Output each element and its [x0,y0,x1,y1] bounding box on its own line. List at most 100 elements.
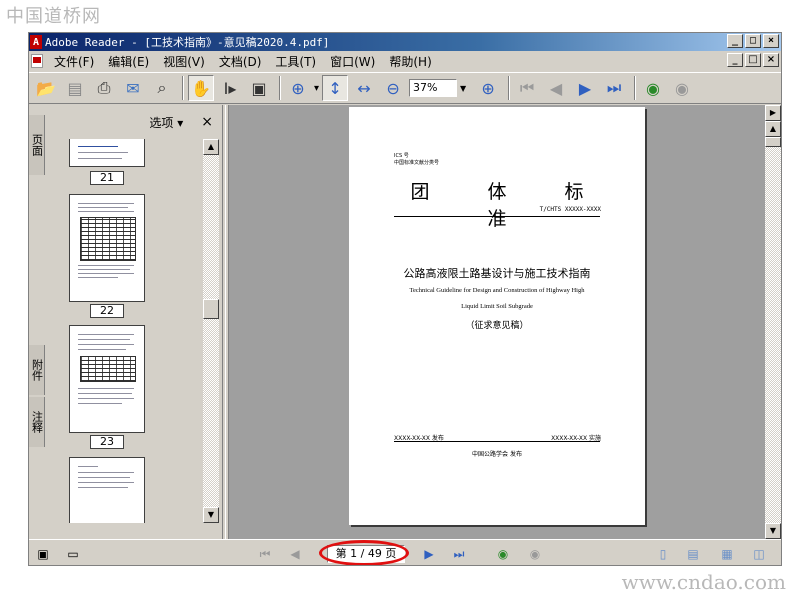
next-page-icon[interactable]: ▶ [572,75,598,101]
menu-window[interactable]: 窗口(W) [323,53,382,70]
save-icon[interactable]: ▤ [62,75,88,101]
menu-file[interactable]: 文件(F) [47,53,101,70]
standard-type-title: 团 体 标 准 [410,181,610,230]
toolbar: 📂 ▤ ⎙ ✉ ⌕ ✋ I▸ ▣ ⊕ ▾ ↕ ↔ ⊖ 37% ▼ ⊕ ⏮ ◀ ▶… [29,72,781,104]
doc-close-button[interactable]: × [763,53,779,67]
thumbnail-label: 21 [90,171,124,185]
fullscreen-icon[interactable]: ▣ [35,546,51,562]
scroll-down-icon[interactable]: ▼ [765,523,781,539]
last-page-icon[interactable]: ⏭ [601,75,627,101]
prev-page-icon[interactable]: ◀ [543,75,569,101]
page-thumbnail[interactable] [69,194,145,302]
options-menu[interactable]: 选项 ▾ [149,114,183,131]
fit-width-icon[interactable]: ↔ [351,75,377,101]
panel-header: 选项 ▾ × [45,105,223,139]
select-text-icon[interactable]: I▸ [217,75,243,101]
page-thumbnail[interactable] [69,325,145,433]
next-page-icon[interactable]: ▶ [419,546,439,562]
toolbar-separator [279,76,281,100]
split-arrow-icon[interactable]: ▶ [765,105,781,121]
open-icon[interactable]: 📂 [33,75,59,101]
forward-icon[interactable]: ◉ [525,546,545,562]
toolbar-separator [508,76,511,100]
draft-note: （征求意见稿） [465,321,529,331]
english-title-line1: Technical Guideline for Design and Const… [409,287,585,294]
document-menu-icon[interactable] [31,54,43,68]
zoom-dropdown-icon[interactable]: ▼ [457,79,469,97]
page-size-icon[interactable]: ▭ [65,546,81,562]
minimize-button[interactable]: _ [727,34,743,48]
title-rule [394,216,600,217]
standard-code: T/CHTS XXXXX-XXXX [539,206,601,213]
scroll-up-icon[interactable]: ▲ [203,139,219,155]
menu-view[interactable]: 视图(V) [156,53,212,70]
hand-tool-icon[interactable]: ✋ [188,75,214,101]
menu-edit[interactable]: 编辑(E) [101,53,156,70]
zoom-in-plus-icon[interactable]: ⊕ [475,75,501,101]
last-page-icon[interactable]: ⏭ [449,546,469,562]
tab-attachments[interactable]: 附件 [29,345,45,395]
scroll-thumb[interactable] [203,299,219,319]
doc-minimize-button[interactable]: _ [727,53,743,67]
title-bar[interactable]: A Adobe Reader - [工技术指南》-意见稿2020.4.pdf] … [29,33,781,51]
window-title: Adobe Reader - [工技术指南》-意见稿2020.4.pdf] [45,36,330,49]
doc-restore-button[interactable]: □ [745,53,761,67]
document-scrollbar[interactable]: ▶ ▲ ▼ [765,105,781,539]
facing-icon[interactable]: ▦ [719,546,735,562]
scroll-track[interactable] [765,147,781,523]
email-icon[interactable]: ✉ [120,75,146,101]
menu-document[interactable]: 文档(D) [212,53,269,70]
back-icon[interactable]: ◉ [493,546,513,562]
forward-icon[interactable]: ◉ [669,75,695,101]
prev-page-icon[interactable]: ◀ [285,546,305,562]
menu-help[interactable]: 帮助(H) [382,53,438,70]
continuous-facing-icon[interactable]: ◫ [751,546,767,562]
toolbar-separator [634,76,637,100]
page-number-field[interactable]: 第 1 / 49 页 [327,545,405,563]
watermark-top: 中国道桥网 [6,6,101,27]
first-page-icon[interactable]: ⏮ [255,546,275,562]
chinese-title: 公路高液限土路基设计与施工技术指南 [403,267,591,280]
tab-comments[interactable]: 注释 [29,397,45,447]
watermark-bottom: www.cndao.com [621,570,786,594]
snapshot-icon[interactable]: ▣ [246,75,272,101]
document-page: ICS 号 中国标准文献分类号 团 体 标 准 T/CHTS XXXXX-XXX… [349,107,645,525]
status-bar: ▣ ▭ ⏮ ◀ 第 1 / 49 页 ▶ ⏭ ◉ ◉ ▯ ▤ ▦ ◫ [29,539,781,565]
footer-rule [394,441,600,442]
scroll-up-icon[interactable]: ▲ [765,121,781,137]
zoom-input[interactable]: 37% [409,79,458,97]
document-view[interactable]: ICS 号 中国标准文献分类号 团 体 标 准 T/CHTS XXXXX-XXX… [229,105,765,539]
acrobat-app-icon: A [30,35,42,49]
page-thumbnail[interactable] [69,457,145,523]
thumbnail-scrollbar[interactable]: ▲ ▼ [203,139,219,523]
page-thumbnail[interactable] [69,139,145,167]
scroll-thumb[interactable] [765,137,781,147]
close-button[interactable]: × [763,34,779,48]
navigation-panel: 页面 附件 注释 选项 ▾ × 21 22 23 ▲ ▼ [29,105,223,539]
english-title-line2: Liquid Limit Soil Subgrade [461,303,533,310]
print-icon[interactable]: ⎙ [91,75,117,101]
back-icon[interactable]: ◉ [640,75,666,101]
single-page-icon[interactable]: ▯ [655,546,671,562]
continuous-icon[interactable]: ▤ [685,546,701,562]
search-icon[interactable]: ⌕ [149,75,175,101]
menu-bar: 文件(F) 编辑(E) 视图(V) 文档(D) 工具(T) 窗口(W) 帮助(H… [29,51,781,71]
fit-page-icon[interactable]: ↕ [322,75,349,101]
first-page-icon[interactable]: ⏮ [514,75,540,101]
zoom-out-icon[interactable]: ⊖ [380,75,406,101]
scroll-down-icon[interactable]: ▼ [203,507,219,523]
zoom-tool-dropdown-icon[interactable]: ▾ [314,83,319,94]
publisher: 中国公路学会 发布 [472,451,522,458]
thumbnail-label: 23 [90,435,124,449]
zoom-in-icon[interactable]: ⊕ [285,75,311,101]
thumbnail-label: 22 [90,304,124,318]
tab-pages[interactable]: 页面 [29,115,45,175]
panel-close-button[interactable]: × [201,114,213,130]
reader-window: A Adobe Reader - [工技术指南》-意见稿2020.4.pdf] … [28,32,782,566]
toolbar-separator [182,76,184,100]
ics-number: ICS 号 中国标准文献分类号 [394,153,440,166]
menu-tools[interactable]: 工具(T) [268,53,323,70]
maximize-button[interactable]: □ [745,34,761,48]
thumbnail-list: 21 22 23 [49,139,201,523]
panel-tabs: 页面 附件 注释 [29,105,45,539]
